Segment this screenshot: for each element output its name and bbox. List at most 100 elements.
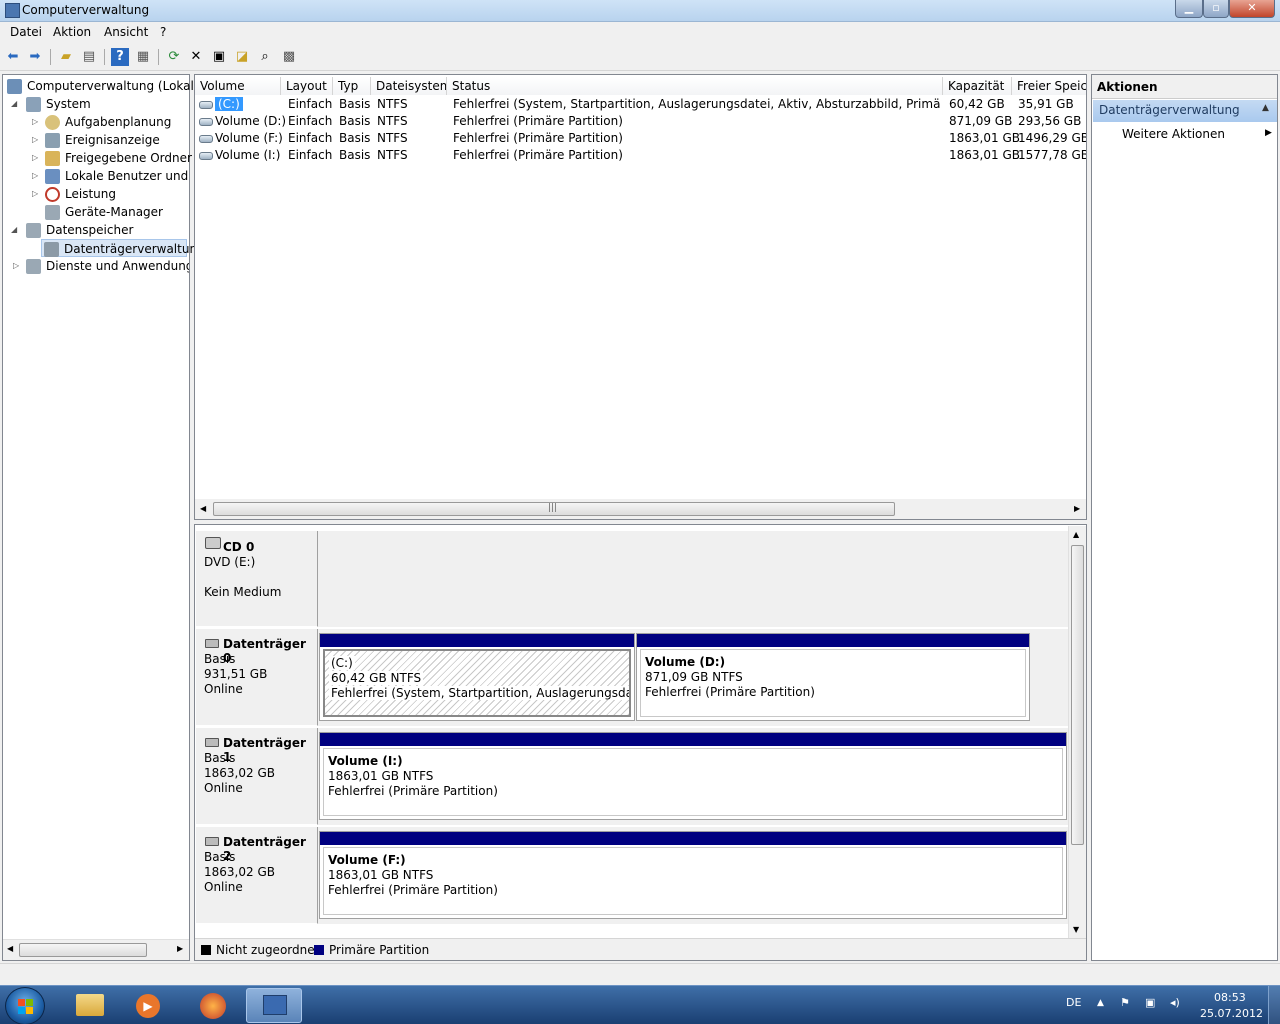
maximize-button[interactable]: ▫ bbox=[1203, 0, 1229, 18]
actions-section-header[interactable]: Datenträgerverwaltung ▲ bbox=[1093, 100, 1277, 122]
start-button[interactable] bbox=[5, 987, 45, 1024]
services-icon bbox=[26, 259, 41, 274]
refresh-icon[interactable]: ⟳ bbox=[165, 48, 183, 66]
tree-item-ereignisanzeige[interactable]: ▷ Ereignisanzeige bbox=[5, 131, 189, 149]
expand-arrow-icon[interactable]: ▷ bbox=[32, 149, 42, 167]
volume-list-horizontal-scrollbar[interactable]: ◀ ||| ▶ bbox=[195, 499, 1086, 519]
scroll-thumb[interactable] bbox=[19, 943, 147, 957]
volume-icon bbox=[199, 151, 213, 160]
disk-info-2[interactable]: Datenträger 2 Basis 1863,02 GB Online bbox=[196, 827, 318, 924]
taskbar-media-player[interactable]: ▶ bbox=[122, 988, 174, 1023]
network-icon[interactable]: ▣ bbox=[1145, 996, 1155, 1009]
disk-info-cd0[interactable]: CD 0 DVD (E:) Kein Medium bbox=[196, 531, 318, 627]
properties-panel-icon[interactable]: ▦ bbox=[134, 48, 152, 66]
language-indicator[interactable]: DE bbox=[1066, 996, 1081, 1009]
expand-arrow-icon[interactable]: ▷ bbox=[32, 131, 42, 149]
scroll-down-icon[interactable]: ▼ bbox=[1073, 925, 1079, 934]
disk-info-0[interactable]: Datenträger 0 Basis 931,51 GB Online bbox=[196, 629, 318, 726]
tree-item-lokale-benutzer[interactable]: ▷ Lokale Benutzer und Gru bbox=[5, 167, 189, 185]
expand-arrow-icon[interactable]: ▷ bbox=[32, 167, 42, 185]
taskbar-computer-management[interactable] bbox=[246, 988, 302, 1023]
col-freier-speicher[interactable]: Freier Speich bbox=[1012, 77, 1086, 95]
scroll-thumb[interactable] bbox=[1071, 545, 1084, 845]
collapse-arrow-icon[interactable]: ◢ bbox=[11, 95, 21, 113]
menu-help[interactable]: ? bbox=[160, 25, 166, 39]
minimize-button[interactable]: ▁ bbox=[1175, 0, 1203, 18]
properties-icon[interactable]: ▣ bbox=[210, 48, 228, 66]
delete-icon[interactable]: ✕ bbox=[187, 48, 205, 66]
partition-f[interactable]: Volume (F:) 1863,01 GB NTFS Fehlerfrei (… bbox=[319, 831, 1067, 919]
menu-datei[interactable]: Datei bbox=[10, 25, 42, 39]
tree-item-aufgabenplanung[interactable]: ▷ Aufgabenplanung bbox=[5, 113, 189, 131]
menu-ansicht[interactable]: Ansicht bbox=[104, 25, 148, 39]
col-status[interactable]: Status bbox=[447, 77, 943, 95]
col-typ[interactable]: Typ bbox=[333, 77, 371, 95]
cell-status: Fehlerfrei (System, Startpartition, Ausl… bbox=[453, 97, 941, 111]
scroll-right-icon[interactable]: ▶ bbox=[177, 944, 183, 953]
disk-size: 931,51 GB bbox=[204, 667, 268, 681]
export-icon[interactable]: ▩ bbox=[280, 48, 298, 66]
disk-type: Basis bbox=[204, 751, 236, 765]
up-folder-icon[interactable]: ▰ bbox=[57, 48, 75, 66]
legend: Nicht zugeordnet Primäre Partition bbox=[195, 938, 1086, 960]
scroll-right-icon[interactable]: ▶ bbox=[1074, 504, 1080, 513]
expand-arrow-icon[interactable]: ▷ bbox=[32, 185, 42, 203]
expand-arrow-icon[interactable]: ▷ bbox=[13, 257, 23, 275]
show-hide-tree-icon[interactable]: ▤ bbox=[80, 48, 98, 66]
help-icon[interactable]: ? bbox=[111, 48, 129, 66]
partition-c[interactable]: (C:) 60,42 GB NTFS Fehlerfrei (System, S… bbox=[319, 633, 635, 721]
disk-icon bbox=[205, 738, 219, 747]
table-row[interactable]: Volume (I:) Einfach Basis NTFS Fehlerfre… bbox=[195, 147, 1086, 164]
taskbar-app[interactable] bbox=[186, 988, 238, 1023]
disk-pane-vertical-scrollbar[interactable]: ▲ ▼ bbox=[1068, 526, 1086, 938]
scroll-thumb[interactable]: ||| bbox=[213, 502, 895, 516]
search-icon[interactable]: ⌕ bbox=[256, 48, 274, 66]
tree-item-freigegebene-ordner[interactable]: ▷ Freigegebene Ordner bbox=[5, 149, 192, 167]
col-dateisystem[interactable]: Dateisystem bbox=[371, 77, 447, 95]
expand-arrow-icon[interactable]: ▷ bbox=[32, 113, 42, 131]
more-actions-item[interactable]: Weitere Aktionen bbox=[1122, 127, 1225, 141]
back-icon[interactable]: ⬅ bbox=[4, 48, 22, 66]
scroll-up-icon[interactable]: ▲ bbox=[1073, 530, 1079, 539]
partition-d[interactable]: Volume (D:) 871,09 GB NTFS Fehlerfrei (P… bbox=[636, 633, 1030, 721]
disk-management-icon bbox=[44, 242, 59, 257]
clock-date[interactable]: 25.07.2012 bbox=[1200, 1007, 1263, 1020]
table-row[interactable]: (C:) Einfach Basis NTFS Fehlerfrei (Syst… bbox=[195, 96, 1085, 113]
show-hidden-icons-icon[interactable]: ▲ bbox=[1097, 998, 1104, 1008]
action-center-icon[interactable]: ⚑ bbox=[1120, 996, 1130, 1009]
partition-i[interactable]: Volume (I:) 1863,01 GB NTFS Fehlerfrei (… bbox=[319, 732, 1067, 820]
tree-item-datentraegerverwaltung[interactable]: Datenträgerverwaltung bbox=[41, 239, 205, 257]
tree-item-system[interactable]: ◢ System bbox=[5, 95, 189, 113]
table-row[interactable]: Volume (D:) Einfach Basis NTFS Fehlerfre… bbox=[195, 113, 1085, 130]
submenu-arrow-icon[interactable]: ▶ bbox=[1265, 128, 1272, 138]
taskbar-explorer[interactable] bbox=[64, 988, 116, 1023]
users-icon bbox=[45, 169, 60, 184]
scroll-left-icon[interactable]: ◀ bbox=[7, 944, 13, 953]
show-desktop-button[interactable] bbox=[1268, 986, 1280, 1024]
tree-root[interactable]: Computerverwaltung (Lokal) bbox=[5, 77, 199, 95]
close-button[interactable]: ✕ bbox=[1229, 0, 1275, 18]
col-volume[interactable]: Volume bbox=[195, 77, 281, 95]
tree-item-dienste[interactable]: ▷ Dienste und Anwendungen bbox=[5, 257, 189, 275]
volume-icon[interactable]: ◂) bbox=[1170, 996, 1180, 1009]
tree-item-geraete-manager[interactable]: Geräte-Manager bbox=[5, 203, 189, 221]
forward-icon[interactable]: ➡ bbox=[26, 48, 44, 66]
tree-horizontal-scrollbar[interactable]: ◀ ▶ bbox=[3, 939, 189, 960]
volume-name: (C:) bbox=[215, 97, 243, 111]
scroll-left-icon[interactable]: ◀ bbox=[200, 504, 206, 513]
tree-item-datenspeicher[interactable]: ◢ Datenspeicher bbox=[5, 221, 189, 239]
disk-info-1[interactable]: Datenträger 1 Basis 1863,02 GB Online bbox=[196, 728, 318, 825]
partition-size: 1863,01 GB NTFS bbox=[328, 868, 434, 882]
open-icon[interactable]: ◪ bbox=[233, 48, 251, 66]
tree-item-leistung[interactable]: ▷ Leistung bbox=[5, 185, 189, 203]
disk-state: Online bbox=[204, 880, 243, 894]
menu-aktion[interactable]: Aktion bbox=[53, 25, 91, 39]
collapse-up-icon[interactable]: ▲ bbox=[1262, 103, 1269, 113]
col-kapazitaet[interactable]: Kapazität bbox=[943, 77, 1012, 95]
collapse-arrow-icon[interactable]: ◢ bbox=[11, 221, 21, 239]
event-viewer-icon bbox=[45, 133, 60, 148]
table-row[interactable]: Volume (F:) Einfach Basis NTFS Fehlerfre… bbox=[195, 130, 1086, 147]
clock-time[interactable]: 08:53 bbox=[1214, 991, 1246, 1004]
col-layout[interactable]: Layout bbox=[281, 77, 333, 95]
legend-label-unallocated: Nicht zugeordnet bbox=[216, 943, 320, 957]
